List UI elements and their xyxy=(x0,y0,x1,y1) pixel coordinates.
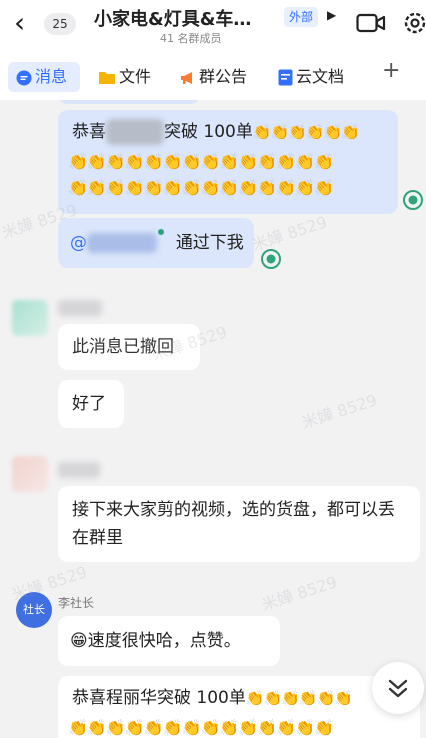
caret-right-icon[interactable]: ▶ xyxy=(327,8,336,22)
folder-icon xyxy=(99,72,115,84)
message-text: 恭喜 xyxy=(72,122,106,142)
status-dot xyxy=(158,229,165,235)
blurred-name xyxy=(106,119,164,145)
message-bubble-partial[interactable] xyxy=(58,100,200,104)
unread-badge[interactable]: 25 xyxy=(44,13,76,35)
tab-cloud-docs-label: 云文档 xyxy=(296,67,345,86)
clap-emoji-row: 👏👏👏👏👏👏 xyxy=(245,689,353,707)
message-text: 接下来大家剪的视频，选的货盘，都可以丢在群里 xyxy=(72,500,395,548)
watermark: 米嬅 8529 xyxy=(249,212,330,255)
message-bubble-congrats[interactable]: 恭喜 突破 100单👏👏👏👏👏👏 👏👏👏👏👏👏👏👏👏👏👏👏👏👏 👏👏👏👏👏👏👏👏👏… xyxy=(58,110,398,214)
chat-header: ‹ 25 小家电&灯具&车… 41 名群成员 外部 ▶ xyxy=(0,0,426,52)
tab-messages-label: 消息 xyxy=(35,67,68,86)
double-chevron-down-icon xyxy=(388,679,408,698)
clap-emoji-row: 👏👏👏👏👏👏 xyxy=(252,123,360,141)
avatar[interactable] xyxy=(12,456,48,492)
video-call-icon[interactable] xyxy=(356,12,386,34)
tab-files[interactable]: 文件 xyxy=(90,62,151,92)
message-text: 速度很快哈，点赞。 xyxy=(87,631,241,651)
avatar[interactable] xyxy=(12,300,48,336)
megaphone-icon xyxy=(181,71,192,84)
message-text: 突破 100单 xyxy=(164,122,253,142)
member-count[interactable]: 41 名群成员 xyxy=(160,30,222,46)
message-text: 恭喜程丽华突破 100单 xyxy=(72,688,246,708)
message-bubble-mention[interactable]: @ 通过下我 xyxy=(58,218,254,268)
message-bubble[interactable]: 恭喜程丽华突破 100单👏👏👏👏👏👏 👏👏👏👏👏👏👏👏👏👏👏👏👏👏 xyxy=(58,676,420,738)
add-tab-plus-icon[interactable]: + xyxy=(382,58,400,83)
blurred-mention-name xyxy=(87,233,157,253)
tab-bar: 消息 文件 群公告 云文档 xyxy=(0,52,426,100)
tab-announcements-label: 群公告 xyxy=(199,67,248,86)
tab-messages[interactable]: 消息 xyxy=(8,62,80,92)
clap-emoji-row: 👏👏👏👏👏👏👏👏👏👏👏👏👏👏 xyxy=(68,718,334,737)
message-text: 通过下我 xyxy=(175,233,244,253)
sender-name[interactable]: 李社长 xyxy=(58,594,94,611)
read-check-icon xyxy=(403,190,423,210)
message-bubble[interactable]: 接下来大家剪的视频，选的货盘，都可以丢在群里 xyxy=(58,486,420,562)
mention-at[interactable]: @ xyxy=(70,233,87,253)
message-feed[interactable]: 恭喜 突破 100单👏👏👏👏👏👏 👏👏👏👏👏👏👏👏👏👏👏👏👏👏 👏👏👏👏👏👏👏👏👏… xyxy=(0,100,426,738)
sender-name-blurred xyxy=(58,462,100,478)
message-text: 好了 xyxy=(72,394,106,414)
message-bubble[interactable]: 😁速度很快哈，点赞。 xyxy=(58,616,280,666)
grin-emoji: 😁 xyxy=(70,631,88,651)
chat-title[interactable]: 小家电&灯具&车… xyxy=(94,5,279,31)
tab-announcements[interactable]: 群公告 xyxy=(172,62,247,92)
tab-cloud-docs[interactable]: 云文档 xyxy=(270,62,344,92)
watermark: 米嬅 8529 xyxy=(259,572,340,615)
sender-name-blurred xyxy=(58,300,102,316)
watermark: 米嬅 8529 xyxy=(299,390,380,433)
message-bubble[interactable]: 好了 xyxy=(58,380,124,428)
tab-files-label: 文件 xyxy=(119,67,152,86)
clap-emoji-row: 👏👏👏👏👏👏👏👏👏👏👏👏👏👏 xyxy=(68,178,334,197)
doc-icon xyxy=(278,69,293,86)
back-arrow-icon[interactable]: ‹ xyxy=(14,6,25,39)
scroll-to-bottom-button[interactable] xyxy=(372,662,424,714)
clap-emoji-row: 👏👏👏👏👏👏👏👏👏👏👏👏👏👏 xyxy=(68,152,334,171)
external-tag: 外部 xyxy=(284,7,319,27)
chat-icon xyxy=(16,70,32,85)
settings-gear-icon[interactable] xyxy=(402,10,426,36)
